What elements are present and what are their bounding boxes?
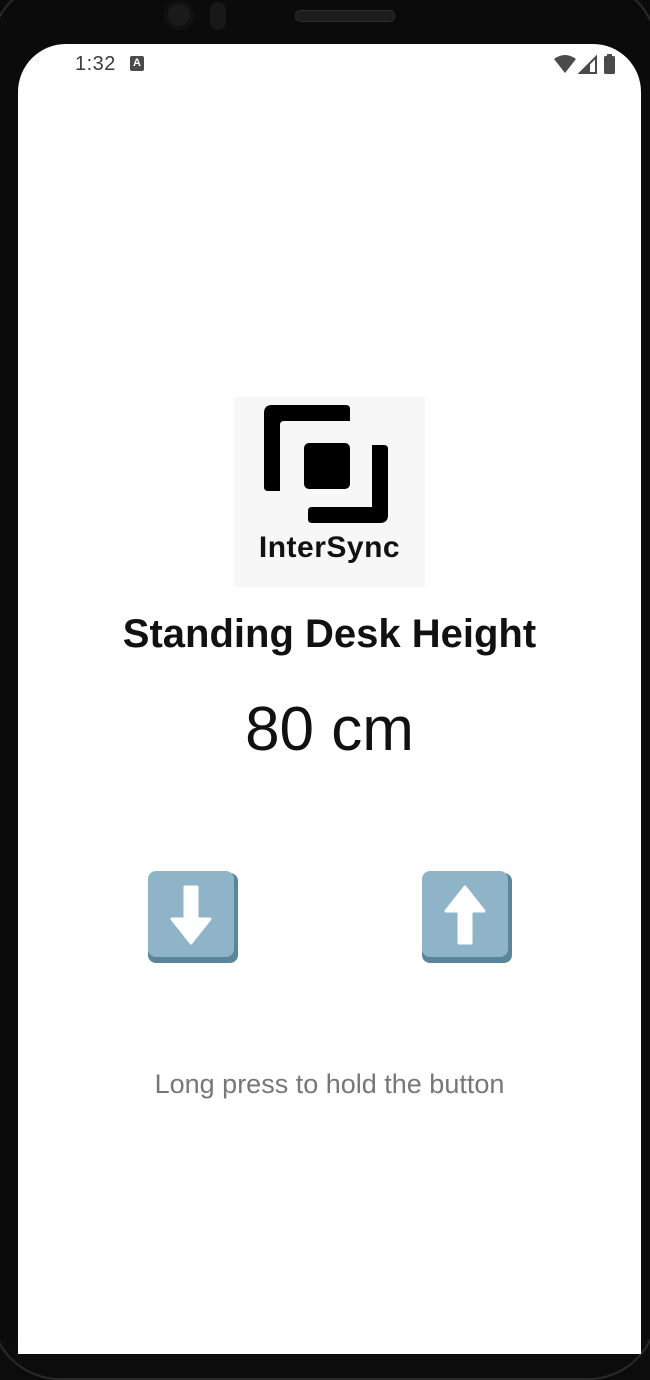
cell-signal-icon: [577, 54, 597, 74]
intersync-logo-mark: [264, 405, 388, 523]
intersync-logo: InterSync: [234, 397, 425, 587]
status-bar: 1:32 A: [18, 44, 641, 84]
app-screen: 1:32 A InterSync Standing Desk Height 80…: [18, 44, 641, 1354]
battery-icon: [604, 54, 615, 74]
wifi-icon: [554, 55, 576, 73]
arrow-up-icon: [422, 871, 512, 963]
status-icons: [553, 54, 621, 76]
long-press-hint: Long press to hold the button: [154, 1069, 505, 1099]
height-readout: 80 cm: [245, 695, 414, 764]
status-time: 1:32: [75, 53, 116, 75]
lower-desk-button[interactable]: [147, 871, 239, 963]
arrow-down-icon: [148, 871, 238, 963]
logo-text: InterSync: [258, 531, 401, 564]
front-camera: [164, 0, 194, 30]
proximity-sensor: [210, 2, 226, 30]
earpiece-speaker: [295, 10, 395, 22]
device-frame: 1:32 A InterSync Standing Desk Height 80…: [0, 0, 650, 1380]
page-title: Standing Desk Height: [122, 612, 537, 656]
raise-desk-button[interactable]: [421, 871, 513, 963]
notification-a-icon: A: [130, 56, 144, 71]
